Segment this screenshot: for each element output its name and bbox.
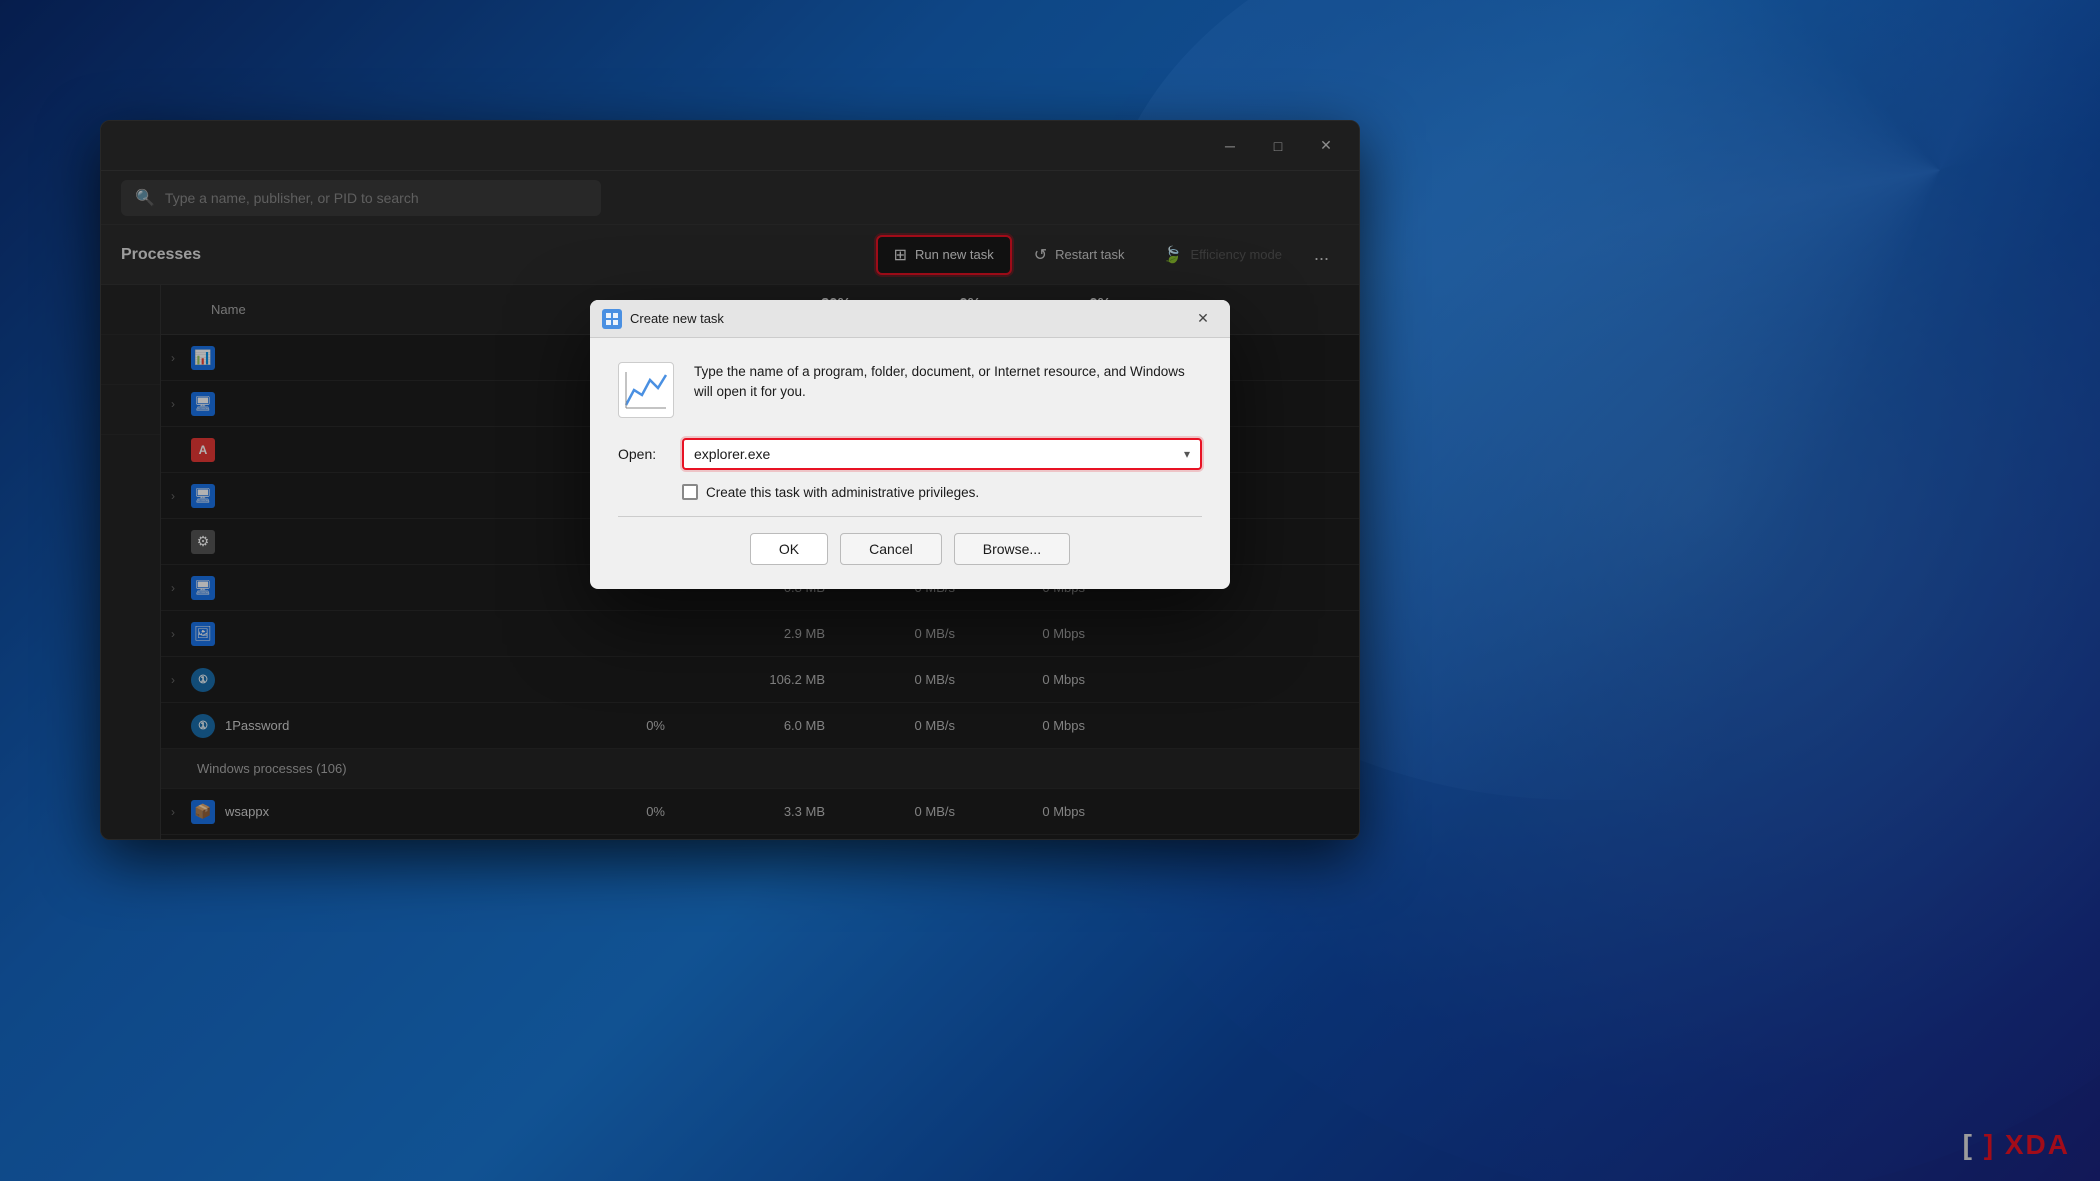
dialog-actions: OK Cancel Browse... xyxy=(618,533,1202,569)
task-icon xyxy=(618,362,674,418)
dialog-title-bar: Create new task ✕ xyxy=(590,300,1230,338)
dialog-open-row: Open: explorer.exe ▾ xyxy=(618,438,1202,470)
dialog-open-label: Open: xyxy=(618,446,668,462)
admin-privileges-checkbox[interactable] xyxy=(682,484,698,500)
dialog-content-row: Type the name of a program, folder, docu… xyxy=(618,362,1202,418)
ok-button[interactable]: OK xyxy=(750,533,828,565)
create-task-dialog: Create new task ✕ Type the name of a pro… xyxy=(590,300,1230,589)
cancel-button[interactable]: Cancel xyxy=(840,533,942,565)
performance-chart-icon xyxy=(624,370,668,410)
dialog-input-container[interactable]: explorer.exe ▾ xyxy=(682,438,1202,470)
dialog-description: Type the name of a program, folder, docu… xyxy=(694,362,1202,418)
dialog-checkbox-row: Create this task with administrative pri… xyxy=(682,484,1202,500)
task-manager-small-icon xyxy=(605,312,619,326)
dialog-input[interactable]: explorer.exe xyxy=(694,446,1184,462)
dialog-close-button[interactable]: ✕ xyxy=(1188,307,1218,331)
dialog-title-icon xyxy=(602,309,622,329)
browse-button[interactable]: Browse... xyxy=(954,533,1070,565)
dialog-body: Type the name of a program, folder, docu… xyxy=(590,338,1230,589)
dialog-title: Create new task xyxy=(630,311,1180,326)
dialog-backdrop xyxy=(0,0,2100,1181)
admin-privileges-label: Create this task with administrative pri… xyxy=(706,485,979,500)
dropdown-arrow-icon[interactable]: ▾ xyxy=(1184,447,1190,461)
dialog-divider xyxy=(618,516,1202,517)
